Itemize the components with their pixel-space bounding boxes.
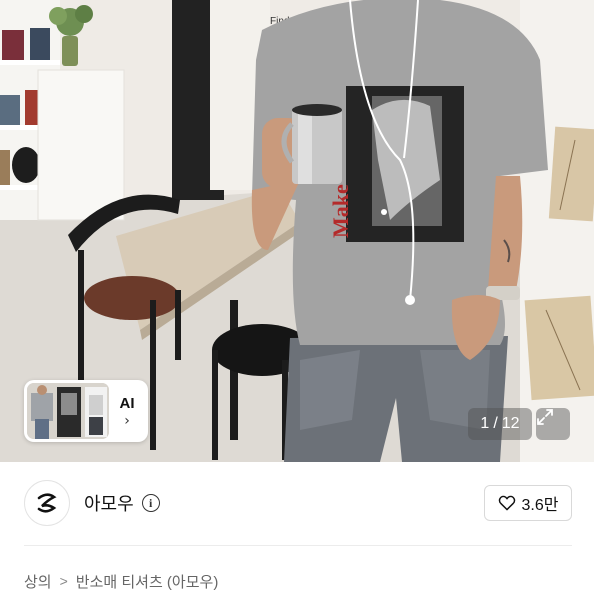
shop-logo[interactable]: [24, 480, 70, 526]
info-icon[interactable]: i: [141, 494, 160, 512]
ai-similar-button[interactable]: AI ›: [24, 380, 148, 442]
divider: [24, 545, 572, 546]
expand-image-button[interactable]: [536, 408, 570, 440]
heart-icon: [498, 495, 515, 511]
breadcrumb-item-category[interactable]: 상의: [24, 571, 52, 592]
expand-icon: [537, 409, 553, 425]
like-count: 3.6만: [521, 497, 559, 514]
chevron-right-icon: ›: [124, 412, 130, 429]
ai-button-label: AI: [119, 394, 135, 412]
image-counter-current: 1: [480, 415, 490, 432]
shirt-print-text: Make: [328, 184, 353, 238]
like-button[interactable]: 3.6만: [484, 485, 572, 521]
ai-preview-thumbnails: [27, 383, 109, 439]
shop-name[interactable]: 아모우: [84, 490, 134, 516]
breadcrumb-item-subcategory[interactable]: 반소매 티셔츠 (아모우): [76, 571, 219, 592]
shop-logo-icon: [37, 493, 57, 513]
image-counter-separator: /: [493, 415, 498, 432]
product-image[interactable]: Find Make AI › 1 / 12: [0, 0, 594, 462]
shop-row: 아모우 i 3.6만: [24, 478, 572, 528]
chevron-right-icon: >: [59, 573, 68, 589]
image-counter-total: 12: [501, 415, 520, 432]
image-counter: 1 / 12: [468, 408, 532, 440]
breadcrumb: 상의 > 반소매 티셔츠 (아모우): [24, 570, 218, 592]
